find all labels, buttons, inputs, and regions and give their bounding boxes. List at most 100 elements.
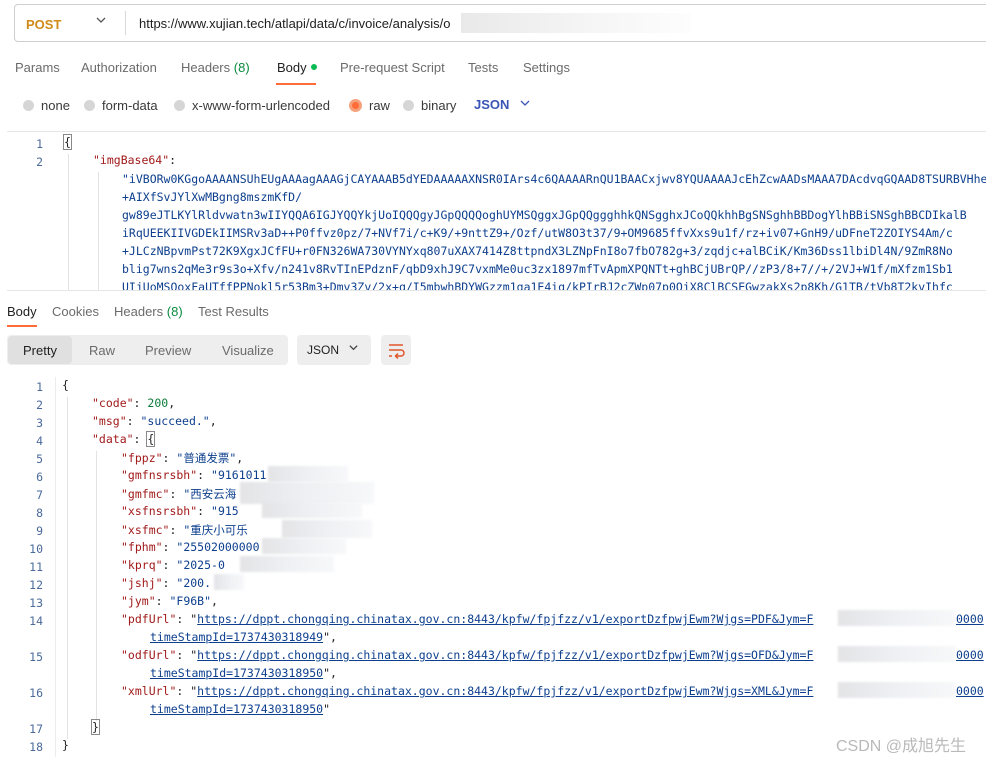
line-number: 5 <box>36 452 43 466</box>
method-select[interactable]: POST <box>26 17 61 32</box>
redacted-region <box>838 646 956 662</box>
xml-url-link[interactable]: https://dppt.chongqing.chinatax.gov.cn:8… <box>197 684 813 698</box>
indent-guide <box>68 154 69 290</box>
json-line-pdfurl: "pdfUrl": "https://dppt.chongqing.chinat… <box>121 612 814 626</box>
wrap-icon <box>389 344 405 360</box>
json-key: "fppz" <box>121 451 163 465</box>
view-raw-button[interactable]: Raw <box>89 343 115 358</box>
json-key: "gmfmc" <box>121 487 170 501</box>
json-brace: } <box>62 738 69 752</box>
radio-none[interactable]: none <box>23 97 70 113</box>
json-key: "kprq" <box>121 558 163 572</box>
response-tab-test-results[interactable]: Test Results <box>198 304 269 319</box>
radio-form-data[interactable]: form-data <box>84 97 158 113</box>
json-value: "915 <box>211 504 239 518</box>
url-input[interactable]: https://www.xujian.tech/atlapi/data/c/in… <box>139 16 450 31</box>
json-key: "xsfmc" <box>121 523 170 537</box>
redacted-region <box>461 13 691 33</box>
view-visualize-button[interactable]: Visualize <box>222 343 274 358</box>
redacted-region <box>240 556 334 572</box>
tab-params[interactable]: Params <box>15 60 60 75</box>
json-brace: { <box>146 431 156 447</box>
base64-line: UIjUoMSQoxFaUTffPPNokl5r53Bm3+Dmv3Zv/2x+… <box>122 280 953 291</box>
line-number: 2 <box>36 155 43 169</box>
chevron-down-icon[interactable] <box>519 97 531 112</box>
json-key: "jym" <box>121 594 156 608</box>
base64-line: blig7wns2qMe3r9s3o+Xfv/n241v8RvTInEPdznF… <box>122 262 953 276</box>
divider <box>125 11 126 35</box>
json-key: "gmfnsrsbh" <box>121 468 198 482</box>
headers-count: (8) <box>166 304 183 319</box>
json-key: "xmlUrl" <box>121 684 177 698</box>
response-tab-body[interactable]: Body <box>7 304 37 319</box>
radio-selected-icon <box>349 98 362 112</box>
chevron-down-icon[interactable] <box>95 14 111 30</box>
json-line-gmfmc: "gmfmc": "西安云海 <box>121 487 237 501</box>
radio-urlencoded[interactable]: x-www-form-urlencoded <box>174 97 330 113</box>
radio-icon <box>174 99 185 111</box>
json-value: "西安云海 <box>183 487 237 501</box>
url-suffix: 0000 <box>956 684 984 698</box>
tab-headers-label: Headers <box>114 304 164 319</box>
wrap-lines-button[interactable] <box>381 335 411 365</box>
line-number: 4 <box>36 434 43 448</box>
radio-label: form-data <box>102 97 158 113</box>
redacted-region <box>262 538 346 554</box>
json-value: "9161011 <box>211 468 267 482</box>
tab-pre-request-script[interactable]: Pre-request Script <box>340 60 445 75</box>
line-number: 18 <box>29 740 43 754</box>
tab-settings[interactable]: Settings <box>523 60 570 75</box>
tab-tests[interactable]: Tests <box>468 60 498 75</box>
request-body-editor[interactable]: 1 2 { "imgBase64": "iVBORw0KGgoAAAANSUhE… <box>7 131 986 291</box>
tab-body[interactable]: Body <box>277 60 317 75</box>
radio-label: x-www-form-urlencoded <box>192 97 330 113</box>
watermark: CSDN @成旭先生 <box>836 738 967 755</box>
radio-label: binary <box>421 97 457 113</box>
json-value: "F96B" <box>169 594 212 608</box>
line-number: 3 <box>36 416 43 430</box>
pdf-url-link-cont[interactable]: timeStampId=1737430318949 <box>150 630 323 644</box>
json-line-code: "code": 200, <box>92 396 176 410</box>
json-line-fppz: "fppz": "普通发票", <box>121 451 244 465</box>
tab-headers[interactable]: Headers (8) <box>181 60 250 75</box>
view-pretty-button[interactable]: Pretty <box>23 343 57 358</box>
line-number: 1 <box>36 137 43 151</box>
indent-guide <box>96 451 97 721</box>
line-number: 9 <box>36 524 43 538</box>
tab-authorization[interactable]: Authorization <box>81 60 157 75</box>
json-key: "fphm" <box>121 540 163 554</box>
json-key: "pdfUrl" <box>121 612 177 626</box>
radio-label: raw <box>369 97 390 113</box>
response-tab-cookies[interactable]: Cookies <box>52 304 99 319</box>
radio-icon <box>84 99 95 111</box>
pdf-url-link[interactable]: https://dppt.chongqing.chinatax.gov.cn:8… <box>197 612 813 626</box>
redacted-region <box>268 466 348 482</box>
response-tab-headers[interactable]: Headers (8) <box>114 304 183 319</box>
json-line-jym: "jym": "F96B", <box>121 594 218 608</box>
json-key-line: "imgBase64": <box>93 153 176 167</box>
json-line-xsfnsrsbh: "xsfnsrsbh": "915 <box>121 504 239 518</box>
json-key: "odfUrl" <box>121 648 177 662</box>
url-suffix: 0000 <box>956 648 984 662</box>
xml-url-link-cont[interactable]: timeStampId=1737430318950 <box>150 702 323 716</box>
odf-url-link-cont[interactable]: timeStampId=1737430318950 <box>150 666 323 680</box>
headers-count: (8) <box>233 60 250 75</box>
odf-url-link[interactable]: https://dppt.chongqing.chinatax.gov.cn:8… <box>197 648 813 662</box>
radio-binary[interactable]: binary <box>403 97 456 113</box>
json-value: "普通发票" <box>176 451 237 465</box>
tab-body-label: Body <box>277 60 307 75</box>
line-number: 2 <box>36 398 43 412</box>
indent-guide <box>67 397 68 739</box>
json-line-odfurl: "odfUrl": "https://dppt.chongqing.chinat… <box>121 648 814 662</box>
json-value: "重庆小可乐 <box>183 523 248 537</box>
line-number: 6 <box>36 470 43 484</box>
tab-headers-label: Headers <box>181 60 231 75</box>
json-value: "succeed." <box>140 414 210 428</box>
json-key: "code" <box>92 396 134 410</box>
radio-raw[interactable]: raw <box>349 97 390 113</box>
base64-line: +JLCzNBpvmPst72K9XgxJCfFU+r0FN326WA730VY… <box>122 244 953 258</box>
view-preview-button[interactable]: Preview <box>145 343 191 358</box>
line-number: 10 <box>29 542 43 556</box>
body-format-select[interactable]: JSON <box>474 97 509 112</box>
line-number: 16 <box>29 686 43 700</box>
